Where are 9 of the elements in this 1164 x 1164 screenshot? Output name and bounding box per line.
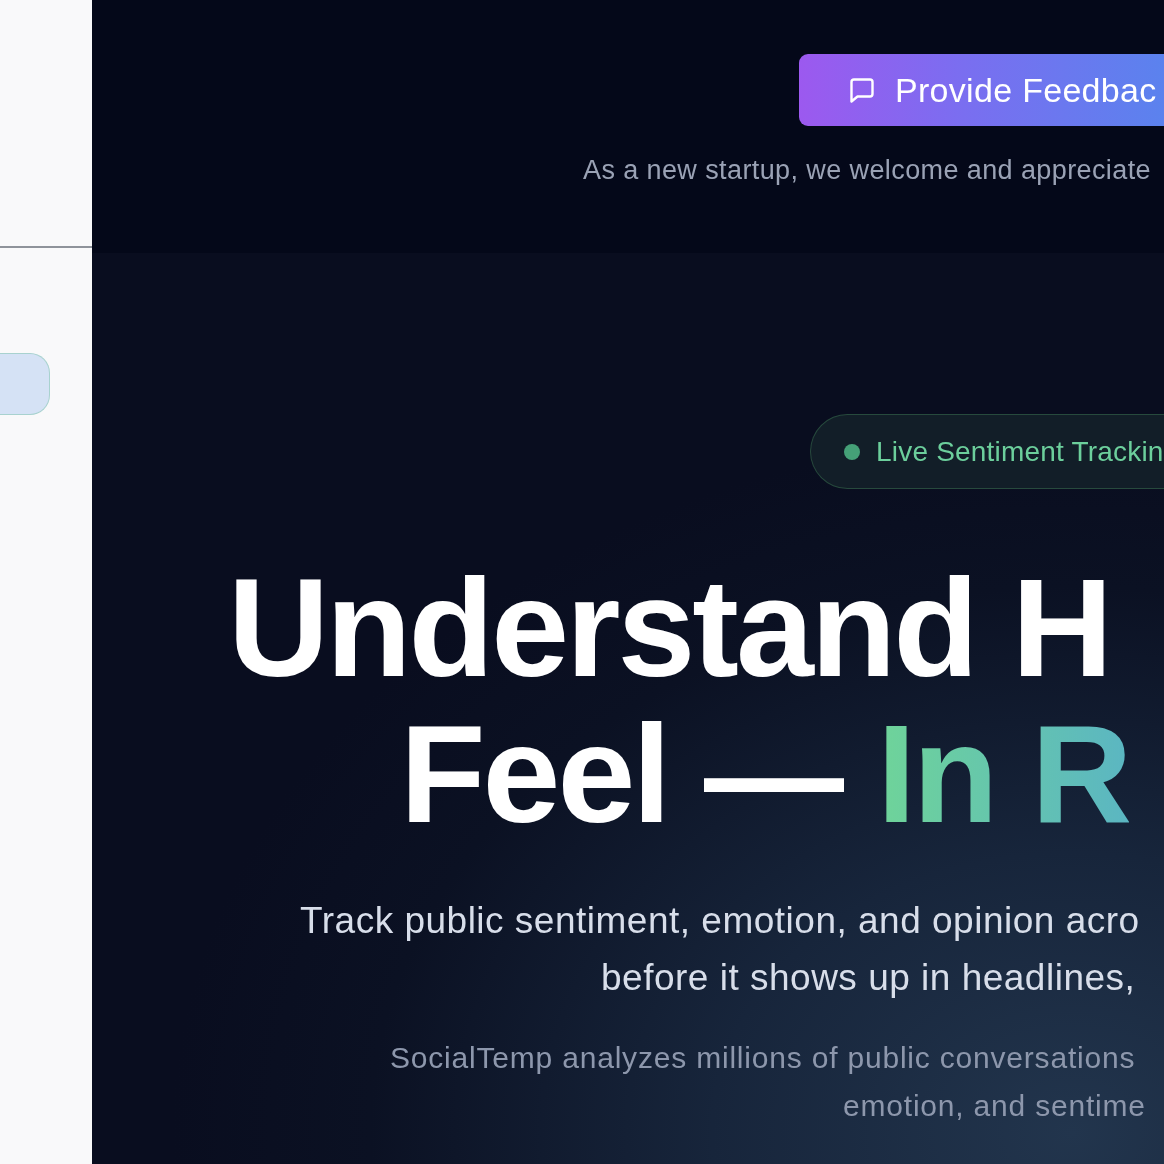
feedback-note: As a new startup, we welcome and appreciate — [583, 154, 1152, 186]
badge-label: Live Sentiment Trackin — [876, 434, 1164, 469]
status-dot-icon — [844, 443, 860, 460]
hero-tagline: Track public sentiment, emotion, and opinion acro before it shows up in headlines, — [299, 899, 1141, 1000]
hero-headline: Understand H Feel — In R — [227, 555, 1131, 847]
chat-bubble-icon — [848, 76, 876, 104]
feedback-button[interactable]: Provide Feedbac — [799, 54, 1164, 126]
hero-description: SocialTemp analyzes millions of public conversations emotion, and sentime — [389, 1040, 1147, 1124]
sidebar-item[interactable] — [0, 353, 50, 415]
